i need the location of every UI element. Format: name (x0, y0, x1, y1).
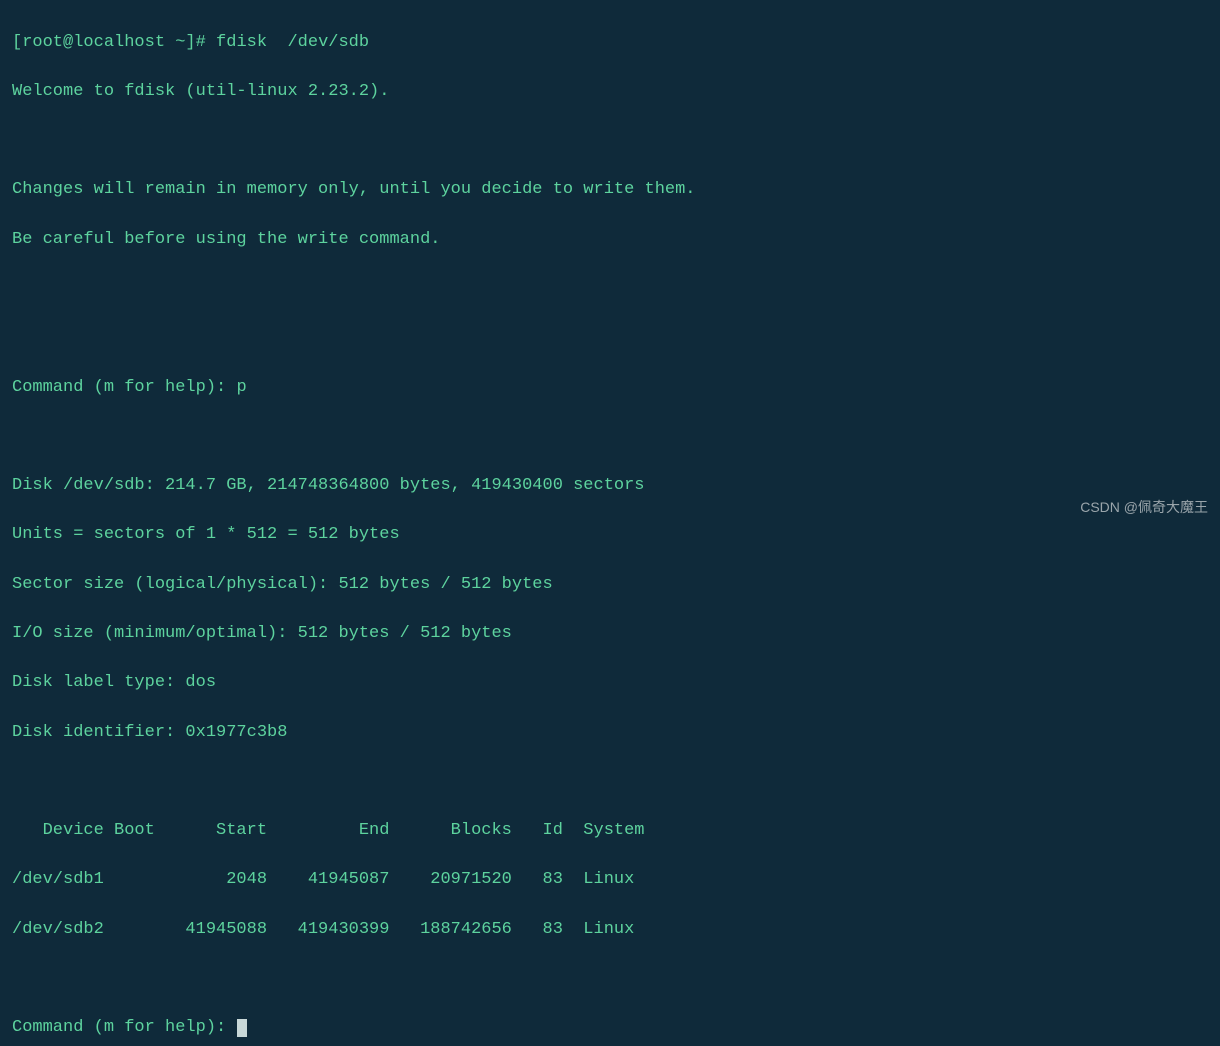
cursor-icon (237, 1019, 247, 1037)
blank-line (12, 967, 1208, 992)
partition-table-header: Device Boot Start End Blocks Id System (12, 819, 1208, 844)
blank-line (12, 770, 1208, 795)
disk-info-line: Units = sectors of 1 * 512 = 512 bytes (12, 523, 1208, 548)
watermark-text: CSDN @佩奇大魔王 (1080, 497, 1208, 517)
disk-info-line: I/O size (minimum/optimal): 512 bytes / … (12, 622, 1208, 647)
shell-command: fdisk /dev/sdb (216, 33, 369, 52)
command-prompt-line[interactable]: Command (m for help): (12, 1016, 1208, 1041)
fdisk-prompt: Command (m for help): (12, 378, 236, 397)
blank-line (12, 129, 1208, 154)
disk-info-line: Disk /dev/sdb: 214.7 GB, 214748364800 by… (12, 474, 1208, 499)
blank-line (12, 277, 1208, 302)
shell-prompt-line: [root@localhost ~]# fdisk /dev/sdb (12, 31, 1208, 56)
blank-line (12, 425, 1208, 450)
disk-info-line: Disk identifier: 0x1977c3b8 (12, 721, 1208, 746)
welcome-text: Welcome to fdisk (util-linux 2.23.2). (12, 80, 1208, 105)
warning-line-2: Be careful before using the write comman… (12, 228, 1208, 253)
blank-line (12, 326, 1208, 351)
fdisk-prompt: Command (m for help): (12, 1018, 236, 1037)
command-prompt-line: Command (m for help): p (12, 376, 1208, 401)
warning-line-1: Changes will remain in memory only, unti… (12, 178, 1208, 203)
fdisk-input: p (236, 378, 246, 397)
shell-prompt: [root@localhost ~]# (12, 33, 216, 52)
partition-table-row: /dev/sdb1 2048 41945087 20971520 83 Linu… (12, 868, 1208, 893)
partition-table-row: /dev/sdb2 41945088 419430399 188742656 8… (12, 918, 1208, 943)
disk-info-line: Sector size (logical/physical): 512 byte… (12, 573, 1208, 598)
disk-info-line: Disk label type: dos (12, 671, 1208, 696)
terminal-output[interactable]: [root@localhost ~]# fdisk /dev/sdb Welco… (12, 6, 1208, 1046)
